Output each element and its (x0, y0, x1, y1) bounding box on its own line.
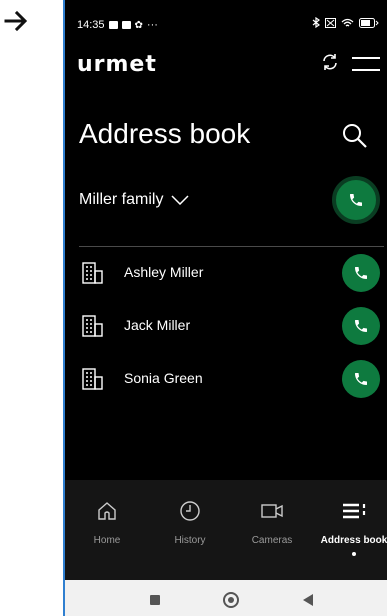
sync-icon[interactable] (321, 53, 339, 71)
status-right (312, 17, 379, 28)
active-indicator (352, 552, 356, 556)
phone-icon (355, 320, 367, 332)
bluetooth-icon (312, 17, 320, 28)
building-icon (82, 262, 103, 284)
nav-label: Home (93, 535, 121, 546)
nav-address-book[interactable]: Address book (319, 500, 387, 556)
page-title: Address book (79, 118, 251, 149)
nav-label: Cameras (251, 535, 293, 546)
contact-name: Jack Miller (124, 317, 191, 333)
status-left: 14:35 ✿ ··· (77, 19, 158, 31)
building-icon (82, 368, 103, 390)
phone-icon (350, 194, 362, 206)
hamburger-menu-icon[interactable] (352, 57, 380, 71)
nav-home[interactable]: Home (72, 500, 142, 546)
call-button[interactable] (342, 307, 380, 345)
chevron-down-icon (171, 195, 189, 205)
contact-row[interactable]: Ashley Miller (65, 253, 387, 293)
contact-name: Ashley Miller (124, 264, 204, 280)
contact-name: Sonia Green (124, 370, 203, 386)
settings-icon: ✿ (134, 19, 143, 31)
home-icon (98, 502, 116, 520)
notification-icon (121, 21, 131, 29)
clock-icon (180, 501, 200, 521)
call-button[interactable] (342, 360, 380, 398)
search-icon[interactable] (342, 123, 368, 149)
status-more: ··· (146, 19, 158, 31)
back-icon[interactable] (303, 594, 313, 606)
phone-icon (355, 267, 367, 279)
call-button[interactable] (342, 254, 380, 292)
wifi-icon (341, 18, 354, 26)
camera-icon (261, 504, 283, 518)
address-book-icon (343, 503, 366, 519)
battery-icon (359, 17, 379, 28)
nav-cameras[interactable]: Cameras (237, 500, 307, 546)
home-circle-icon[interactable] (223, 592, 239, 608)
status-bar: 14:35 ✿ ··· (65, 0, 387, 40)
divider (79, 246, 384, 247)
nav-label: History (174, 535, 206, 546)
nav-history[interactable]: History (155, 500, 225, 546)
system-nav-bar (65, 580, 387, 616)
contact-row[interactable]: Sonia Green (65, 359, 387, 399)
family-name: Miller family (79, 191, 164, 208)
right-arrow-icon (4, 10, 28, 32)
silent-icon (325, 17, 336, 28)
call-family-button[interactable] (332, 176, 380, 224)
building-icon (82, 315, 103, 337)
contact-row[interactable]: Jack Miller (65, 306, 387, 346)
phone-icon (355, 373, 367, 385)
nav-label: Address book (320, 535, 387, 546)
urmet-logo: urmet (77, 52, 157, 77)
phone-screen: 14:35 ✿ ··· urmet Address book Miller fa… (63, 0, 387, 616)
bottom-nav: Home History Cameras Address book (65, 480, 387, 580)
recents-icon[interactable] (150, 595, 160, 605)
family-selector[interactable]: Miller family (79, 191, 189, 209)
status-time: 14:35 (77, 19, 105, 31)
notification-icon (108, 21, 118, 29)
